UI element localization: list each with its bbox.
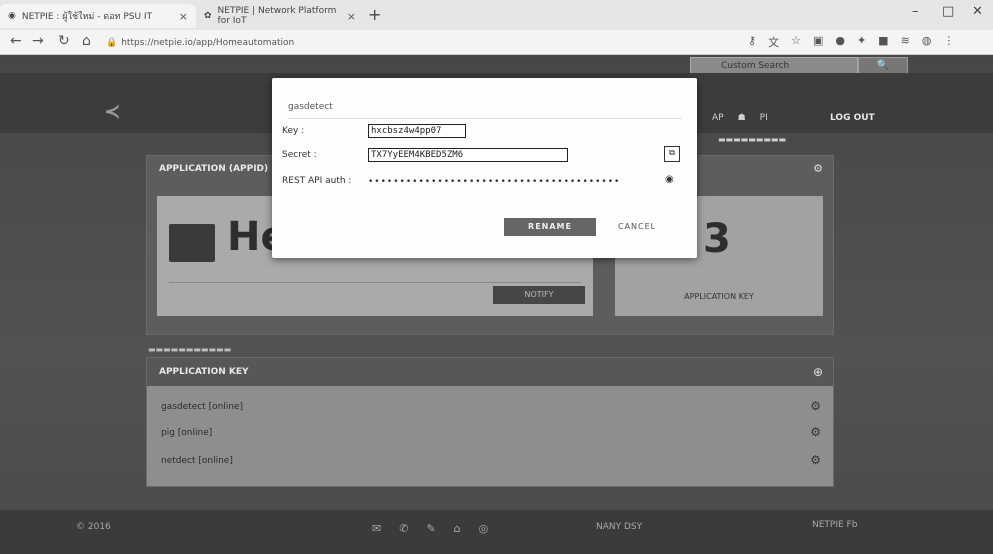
extension-icon[interactable]: ▣ bbox=[813, 34, 823, 50]
tab-label: NETPIE : ผู้ใช้ใหม่ - ดอท PSU IT bbox=[21, 12, 153, 22]
extension-icon[interactable]: ● bbox=[835, 34, 845, 50]
key-label: netdect [online] bbox=[161, 456, 233, 466]
extension-toolbar: ⚷ 文 ☆ ▣ ● ✦ ■ ≋ ◍ ⋮ bbox=[748, 34, 954, 50]
social-icon[interactable]: ✎ bbox=[426, 522, 435, 535]
browser-tab[interactable]: ✿ NETPIE | Network Platform for IoT × bbox=[196, 4, 364, 28]
key-field[interactable]: hxcbsz4w4pp07 bbox=[368, 124, 466, 138]
rename-button[interactable]: RENAME bbox=[504, 218, 596, 236]
list-item[interactable]: netdect [online] ⚙ bbox=[147, 448, 833, 474]
application-key-panel: APPLICATION KEY ⊕ gasdetect [online] ⚙ p… bbox=[146, 357, 834, 487]
tab-label: NETPIE | Network Platform for IoT bbox=[217, 6, 337, 26]
folder-icon bbox=[169, 224, 215, 262]
url-field[interactable]: 🔒 https://netpie.io/app/Homeautomation bbox=[106, 35, 736, 50]
panel-header: APPLICATION KEY ⊕ bbox=[147, 358, 833, 386]
key-label: pig [online] bbox=[161, 428, 213, 438]
extension-icon[interactable]: ✦ bbox=[857, 34, 866, 50]
hint-text: ▬▬▬▬▬▬▬▬▬▬▬ bbox=[148, 345, 232, 354]
add-icon[interactable]: ⊕ bbox=[813, 365, 823, 379]
logout-link[interactable]: LOG OUT bbox=[830, 113, 875, 123]
list-item[interactable]: pig [online] ⚙ bbox=[147, 420, 833, 446]
footer-copyright: © 2016 bbox=[76, 522, 111, 532]
forward-arrow-icon[interactable]: → bbox=[32, 33, 44, 49]
netpie-logo-icon[interactable]: ≺ bbox=[104, 99, 121, 123]
gear-icon[interactable]: ⚙ bbox=[813, 162, 823, 175]
url-text: https://netpie.io/app/Homeautomation bbox=[121, 37, 295, 48]
rest-api-label: REST API auth : bbox=[282, 176, 352, 186]
reload-icon[interactable]: ↻ bbox=[58, 33, 70, 49]
back-arrow-icon[interactable]: ← bbox=[10, 33, 22, 49]
copy-icon[interactable]: ⧉ bbox=[664, 146, 680, 162]
social-icon[interactable]: ⌂ bbox=[454, 522, 461, 535]
rest-api-field[interactable]: •••••••••••••••••••••••••••••••••••••••• bbox=[368, 177, 638, 187]
new-tab-icon[interactable]: + bbox=[368, 5, 381, 24]
divider bbox=[169, 282, 581, 283]
key-icon[interactable]: ⚷ bbox=[748, 34, 756, 50]
close-tab-icon[interactable]: × bbox=[179, 10, 188, 23]
hint-text: ▬▬▬▬▬▬▬▬▬ bbox=[718, 135, 787, 144]
secret-label: Secret : bbox=[282, 150, 317, 160]
secret-field[interactable]: TX7YyEEM4KBED5ZM6 bbox=[368, 148, 568, 162]
browser-tab[interactable]: ◉ NETPIE : ผู้ใช้ใหม่ - ดอท PSU IT × bbox=[0, 4, 196, 28]
settings-icon[interactable]: ⚙ bbox=[810, 453, 821, 467]
maximize-icon[interactable]: □ bbox=[942, 4, 954, 19]
notify-button[interactable]: NOTIFY bbox=[493, 286, 585, 304]
close-tab-icon[interactable]: × bbox=[347, 10, 356, 23]
menu-icon[interactable]: ⋮ bbox=[943, 34, 954, 50]
extension-icon[interactable]: ≋ bbox=[901, 34, 910, 50]
translate-icon[interactable]: 文 bbox=[768, 34, 779, 50]
footer-text: NANY DSY bbox=[596, 522, 643, 532]
profile-icon[interactable]: ◍ bbox=[922, 34, 932, 50]
home-icon[interactable]: ⌂ bbox=[82, 33, 91, 49]
footer-icons: ✉ ✆ ✎ ⌂ ◎ bbox=[372, 522, 488, 535]
user-icon[interactable]: ☗ bbox=[738, 113, 746, 123]
browser-tab-bar: ◉ NETPIE : ผู้ใช้ใหม่ - ดอท PSU IT × ✿ N… bbox=[0, 0, 993, 30]
cancel-button[interactable]: CANCEL bbox=[618, 222, 656, 231]
mail-icon[interactable]: ✉ bbox=[372, 522, 381, 535]
page-footer: © 2016 ✉ ✆ ✎ ⌂ ◎ NANY DSY NETPIE Fb bbox=[0, 510, 993, 554]
divider bbox=[288, 118, 682, 119]
footer-text: NETPIE Fb bbox=[812, 520, 858, 530]
settings-icon[interactable]: ⚙ bbox=[810, 425, 821, 439]
tab-favicon-icon: ✿ bbox=[204, 11, 212, 21]
panel-title: APPLICATION (APPID) bbox=[159, 164, 269, 174]
minimize-icon[interactable]: – bbox=[912, 4, 919, 19]
panel-title: APPLICATION KEY bbox=[159, 367, 249, 377]
social-icon[interactable]: ◎ bbox=[479, 522, 489, 535]
nav-item[interactable]: PI bbox=[760, 113, 768, 123]
close-window-icon[interactable]: ✕ bbox=[972, 4, 983, 19]
dialog-title: gasdetect bbox=[288, 102, 333, 112]
address-bar: ← → ↻ ⌂ 🔒 https://netpie.io/app/Homeauto… bbox=[0, 30, 993, 55]
key-label: Key : bbox=[282, 126, 305, 136]
tab-favicon-icon: ◉ bbox=[8, 11, 16, 21]
list-item[interactable]: gasdetect [online] ⚙ bbox=[147, 394, 833, 420]
lock-icon: 🔒 bbox=[106, 37, 118, 48]
key-label: gasdetect [online] bbox=[161, 402, 244, 412]
key-count: 3 bbox=[703, 216, 731, 262]
extension-icon[interactable]: ■ bbox=[878, 34, 888, 50]
social-icon[interactable]: ✆ bbox=[399, 522, 408, 535]
key-count-label: APPLICATION KEY bbox=[684, 292, 754, 301]
star-icon[interactable]: ☆ bbox=[791, 34, 801, 50]
nav-items: AP ☗ PI bbox=[712, 113, 768, 123]
settings-icon[interactable]: ⚙ bbox=[810, 399, 821, 413]
key-details-dialog: gasdetect Key : hxcbsz4w4pp07 Secret : T… bbox=[272, 78, 697, 258]
eye-icon[interactable]: ◉ bbox=[665, 174, 674, 185]
nav-item[interactable]: AP bbox=[712, 113, 724, 123]
